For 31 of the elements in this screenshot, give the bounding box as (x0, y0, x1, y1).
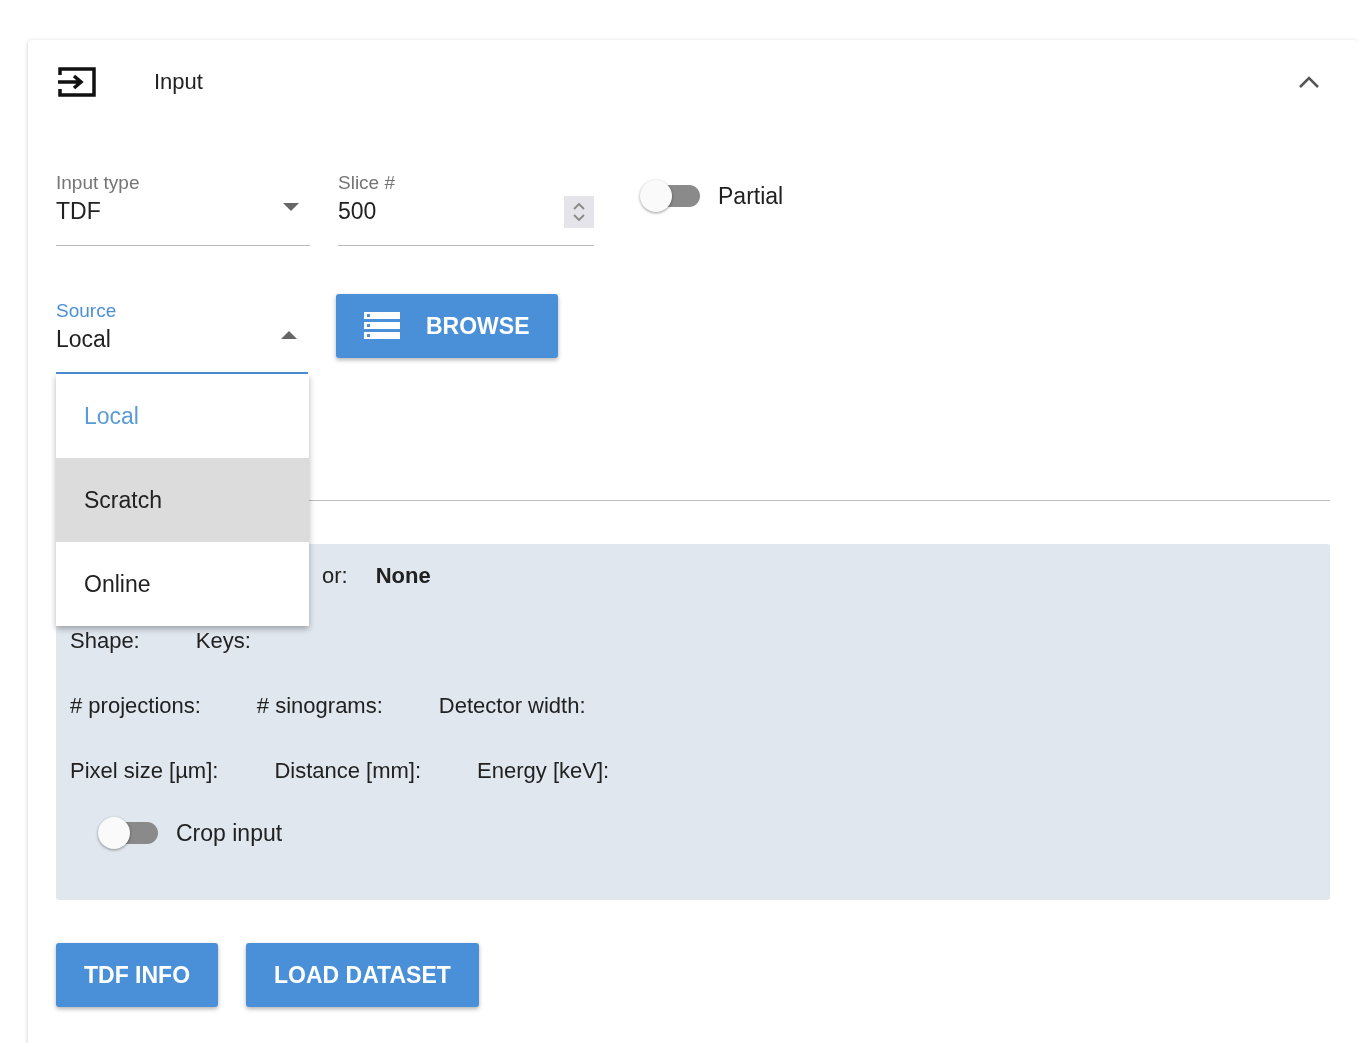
panel-title: Input (154, 69, 204, 95)
collapse-chevron-icon[interactable] (1298, 75, 1320, 89)
input-icon (56, 65, 98, 99)
info-value: None (375, 562, 431, 589)
field-label: Source (56, 300, 117, 322)
info-label: Keys: (195, 627, 251, 654)
info-label: # sinograms: (256, 692, 383, 719)
info-label: Detector width: (438, 692, 586, 719)
info-label: Distance [mm]: (274, 757, 422, 784)
list-icon (364, 312, 400, 340)
number-field[interactable]: Slice # 500 (338, 166, 594, 246)
dropdown-arrow-icon (280, 330, 298, 340)
toggle-label: Partial (718, 182, 784, 210)
menu-option[interactable]: Scratch (56, 458, 309, 542)
info-label: Energy [keV]: (477, 757, 610, 784)
info-label: # projections: (70, 692, 201, 719)
info-label: or: (322, 562, 348, 589)
field-label: Slice # (338, 172, 396, 194)
field-value: Local (56, 326, 111, 353)
toggle-label: Crop input (176, 819, 283, 847)
info-label: Shape: (70, 627, 140, 654)
spinner-icon[interactable] (564, 196, 594, 228)
menu-option[interactable]: Online (56, 542, 309, 626)
toggle-switch[interactable] (640, 182, 700, 210)
select-field[interactable]: Input type TDF (56, 166, 310, 246)
dropdown-arrow-icon (282, 202, 300, 212)
field-label: Input type (56, 172, 140, 194)
field-value: TDF (56, 198, 101, 225)
info-label: Pixel size [µm]: (70, 757, 219, 784)
toggle-switch[interactable] (98, 819, 158, 847)
field-value: 500 (338, 198, 377, 225)
